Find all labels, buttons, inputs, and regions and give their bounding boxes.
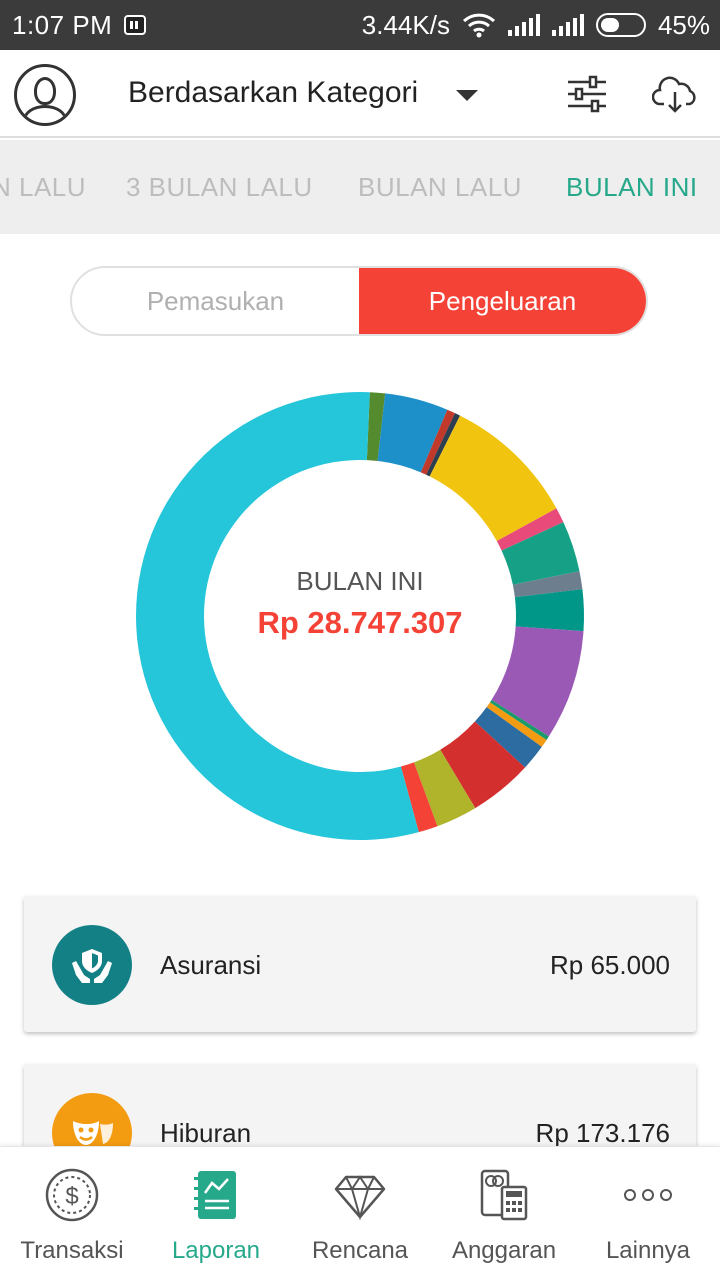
nav-anggaran[interactable]: Anggaran bbox=[432, 1147, 576, 1280]
cloud-download-icon[interactable] bbox=[652, 74, 698, 114]
category-card-asuransi[interactable]: Asuransi Rp 65.000 bbox=[24, 896, 696, 1032]
wallet-calculator-icon bbox=[480, 1169, 528, 1221]
expense-toggle-button[interactable]: Pengeluaran bbox=[359, 268, 646, 334]
tab-3-bulan-lalu[interactable]: 3 BULAN LALU bbox=[126, 172, 313, 203]
status-bar: 1:07 PM 3.44K/s 45% bbox=[0, 0, 720, 50]
category-name: Hiburan bbox=[160, 1118, 252, 1148]
nav-label: Lainnya bbox=[605, 1237, 691, 1264]
avatar-icon[interactable] bbox=[14, 64, 76, 126]
network-speed: 3.44K/s bbox=[361, 9, 450, 40]
income-toggle-button[interactable]: Pemasukan bbox=[72, 268, 359, 334]
svg-text:$: $ bbox=[65, 1183, 78, 1210]
donut-center: BULAN INI Rp 28.747.307 bbox=[134, 566, 586, 641]
tab-bulan-lalu[interactable]: BULAN LALU bbox=[358, 172, 522, 203]
signal-icon bbox=[551, 14, 584, 36]
tab-bulan-ini[interactable]: BULAN INI bbox=[566, 172, 698, 203]
category-amount: Rp 173.176 bbox=[535, 1118, 670, 1148]
more-dots-icon bbox=[624, 1189, 672, 1201]
donut-center-total: Rp 28.747.307 bbox=[257, 605, 463, 640]
donut-center-label: BULAN INI bbox=[296, 566, 424, 596]
nav-laporan[interactable]: Laporan bbox=[144, 1147, 288, 1280]
tab-n-lalu[interactable]: N LALU bbox=[0, 172, 86, 203]
income-expense-toggle: Pemasukan Pengeluaran bbox=[70, 266, 648, 336]
insurance-hands-shield-icon bbox=[52, 925, 132, 1005]
nav-transaksi[interactable]: $ Transaksi bbox=[0, 1147, 144, 1280]
category-amount: Rp 65.000 bbox=[550, 950, 670, 980]
status-right: 3.44K/s 45% bbox=[362, 0, 710, 50]
nav-lainnya[interactable]: Lainnya bbox=[576, 1147, 720, 1280]
app-bar: Berdasarkan Kategori bbox=[0, 50, 720, 138]
nav-label: Rencana bbox=[311, 1237, 409, 1264]
report-notebook-icon bbox=[194, 1171, 236, 1219]
bbm-icon bbox=[124, 15, 147, 35]
battery-icon bbox=[595, 13, 646, 37]
wifi-icon bbox=[462, 13, 495, 38]
signal-icon bbox=[507, 14, 540, 36]
coin-dollar-icon: $ bbox=[45, 1168, 99, 1222]
nav-label: Laporan bbox=[171, 1237, 261, 1264]
page-title[interactable]: Berdasarkan Kategori bbox=[128, 76, 418, 110]
period-tabs: N LALU 3 BULAN LALU BULAN LALU BULAN INI bbox=[0, 140, 720, 234]
nav-rencana[interactable]: Rencana bbox=[288, 1147, 432, 1280]
category-name: Asuransi bbox=[160, 950, 262, 980]
bottom-navigation: $ Transaksi Laporan Rencana Anggaran Lai… bbox=[0, 1146, 720, 1280]
filter-sliders-icon[interactable] bbox=[568, 74, 606, 114]
diamond-icon bbox=[334, 1175, 386, 1221]
status-time: 1:07 PM bbox=[12, 9, 113, 40]
chevron-down-icon[interactable] bbox=[456, 90, 478, 101]
nav-label: Transaksi bbox=[20, 1237, 124, 1264]
battery-percent: 45% bbox=[657, 9, 710, 40]
nav-label: Anggaran bbox=[451, 1237, 557, 1264]
